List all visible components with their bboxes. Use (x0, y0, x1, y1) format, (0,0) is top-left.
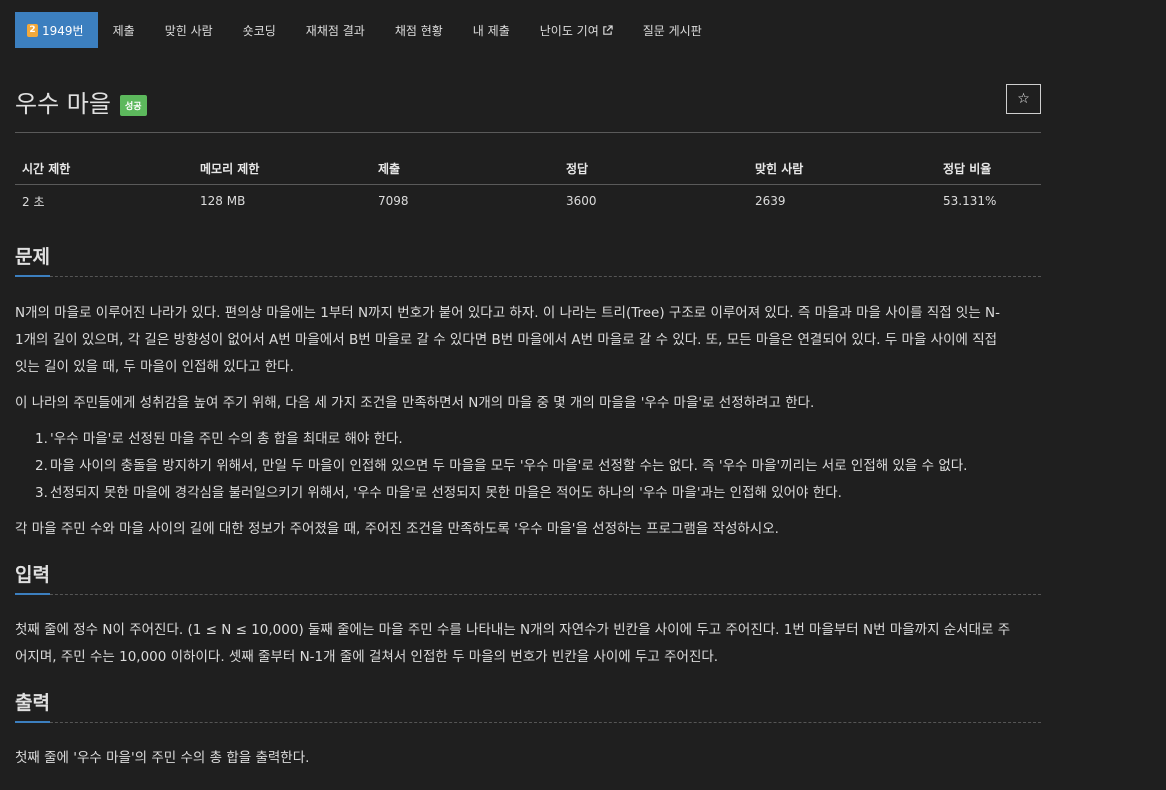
star-icon: ☆ (1017, 91, 1030, 107)
input-line: 첫째 줄에 정수 N이 주어진다. (1 ≤ N ≤ 10,000) 둘째 줄에… (15, 622, 1011, 638)
status-badge: 성공 (120, 95, 147, 116)
title-row: 우수 마을 성공 ☆ (15, 84, 1041, 124)
list-item: 2. 마을 사이의 충돌을 방지하기 위해서, 만일 두 마을이 인접해 있으면 … (35, 458, 968, 474)
title-divider (15, 132, 1041, 133)
value-time-limit: 2 초 (22, 194, 45, 209)
header-solved-users: 맞힌 사람 (748, 153, 936, 185)
problem-line: 1개의 길이 있으며, 각 길은 방향성이 없어서 A번 마을에서 B번 마을로… (15, 332, 998, 348)
value-accepted[interactable]: 3600 (559, 185, 748, 218)
section-divider (15, 593, 1041, 595)
output-section-header: 출력 (15, 692, 1041, 723)
problem-paragraph-3: 각 마을 주민 수와 마을 사이의 길에 대한 정보가 주어졌을 때, 주어진 … (15, 521, 779, 537)
problem-nav: 2 1949번 제출 맞힌 사람 숏코딩 재채점 결과 채점 현황 내 제출 난… (15, 12, 717, 48)
header-submissions: 제출 (371, 153, 559, 185)
section-divider (15, 721, 1041, 723)
nav-submit[interactable]: 제출 (98, 12, 150, 48)
favorite-star-button[interactable]: ☆ (1006, 84, 1041, 114)
nav-rejudge-results[interactable]: 재채점 결과 (291, 12, 380, 48)
page-title: 우수 마을 (15, 90, 111, 118)
list-item: 1. '우수 마을'로 선정된 마을 주민 수의 총 합을 최대로 해야 한다. (35, 431, 403, 447)
table-row: 2 초 128 MB 7098 3600 2639 53.131% (15, 185, 1041, 218)
nav-judge-status[interactable]: 채점 현황 (380, 12, 458, 48)
input-line: 어지며, 주민 수는 10,000 이하이다. 셋째 줄부터 N-1개 줄에 걸… (15, 649, 719, 665)
nav-short-coding[interactable]: 숏코딩 (228, 12, 291, 48)
nav-problem-number-label: 1949번 (42, 23, 84, 38)
value-memory-limit: 128 MB (200, 194, 246, 208)
output-heading: 출력 (15, 692, 50, 714)
value-accept-ratio: 53.131% (943, 194, 997, 208)
nav-my-submissions[interactable]: 내 제출 (458, 12, 525, 48)
section-divider (15, 275, 1041, 277)
conditions-list: 1. '우수 마을'로 선정된 마을 주민 수의 총 합을 최대로 해야 한다. … (15, 426, 1041, 507)
list-item: 3. 선정되지 못한 마을에 경각심을 불러일으키기 위해서, '우수 마을'로 … (35, 485, 842, 501)
nav-qna-board[interactable]: 질문 게시판 (628, 12, 717, 48)
header-time-limit: 시간 제한 (15, 153, 193, 185)
header-accepted: 정답 (559, 153, 748, 185)
problem-paragraph-2: 이 나라의 주민들에게 성취감을 높여 주기 위해, 다음 세 가지 조건을 만… (15, 395, 815, 411)
value-submissions[interactable]: 7098 (371, 185, 559, 218)
value-solved-users[interactable]: 2639 (748, 185, 936, 218)
nav-difficulty-label: 난이도 기여 (539, 23, 599, 38)
nav-solved-users[interactable]: 맞힌 사람 (150, 12, 228, 48)
header-memory-limit: 메모리 제한 (193, 153, 371, 185)
page: 2 1949번 제출 맞힌 사람 숏코딩 재채점 결과 채점 현황 내 제출 난… (0, 0, 1166, 790)
nav-problem-number[interactable]: 2 1949번 (15, 12, 98, 48)
level-badge-icon: 2 (27, 23, 38, 37)
input-section-header: 입력 (15, 564, 1041, 595)
input-description: 첫째 줄에 정수 N이 주어진다. (1 ≤ N ≤ 10,000) 둘째 줄에… (15, 617, 1041, 671)
output-description: 첫째 줄에 '우수 마을'의 주민 수의 총 합을 출력한다. (15, 750, 310, 766)
nav-difficulty-contribution[interactable]: 난이도 기여 (525, 12, 628, 48)
problem-line: 잇는 길이 있을 때, 두 마을이 인접해 있다고 한다. (15, 359, 294, 375)
problem-heading: 문제 (15, 246, 50, 268)
header-accept-ratio: 정답 비율 (936, 153, 1041, 185)
problem-description: N개의 마을로 이루어진 나라가 있다. 편의상 마을에는 1부터 N까지 번호… (15, 300, 1041, 381)
external-link-icon (602, 24, 613, 35)
problem-stats-table: 시간 제한 메모리 제한 제출 정답 맞힌 사람 정답 비율 2 초 128 M… (15, 153, 1041, 217)
input-heading: 입력 (15, 564, 50, 586)
problem-line: N개의 마을로 이루어진 나라가 있다. 편의상 마을에는 1부터 N까지 번호… (15, 305, 1001, 321)
stats-header-row: 시간 제한 메모리 제한 제출 정답 맞힌 사람 정답 비율 (15, 153, 1041, 185)
problem-section-header: 문제 (15, 246, 1041, 277)
